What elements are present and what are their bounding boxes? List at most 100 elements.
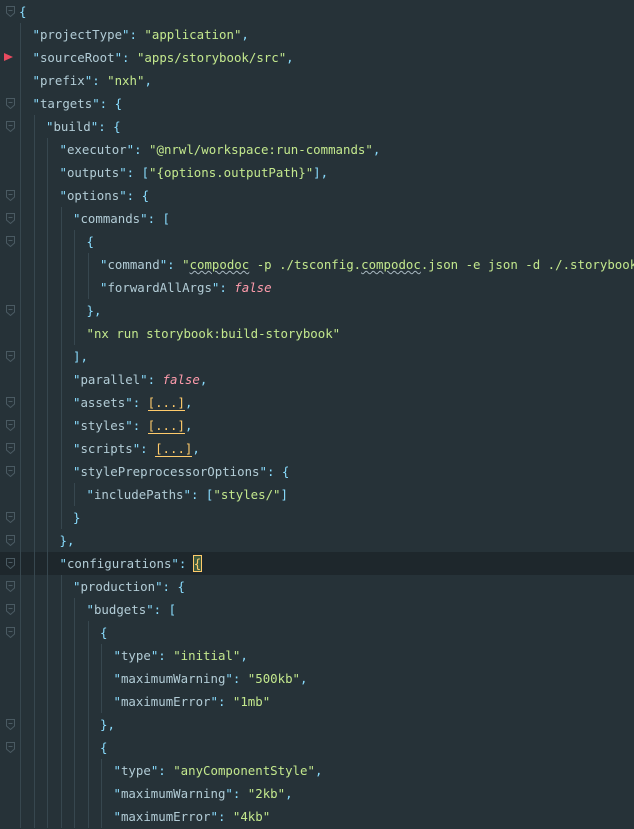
code-text[interactable]: "maximumError": "1mb": [114, 690, 271, 713]
code-text[interactable]: "budgets": [: [87, 598, 177, 621]
code-text[interactable]: {: [19, 0, 26, 23]
fold-toggle-icon[interactable]: [6, 420, 15, 431]
code-line[interactable]: "budgets": [: [0, 598, 634, 621]
code-line[interactable]: "command": "compodoc -p ./tsconfig.compo…: [0, 253, 634, 276]
code-line[interactable]: "assets": [...],: [0, 391, 634, 414]
code-text[interactable]: },: [60, 529, 75, 552]
fold-toggle-icon[interactable]: [6, 742, 15, 753]
code-text[interactable]: "styles": [...],: [73, 414, 192, 437]
code-line[interactable]: "configurations": {: [0, 552, 634, 575]
fold-toggle-icon[interactable]: [6, 581, 15, 592]
fold-toggle-icon[interactable]: [6, 512, 15, 523]
fold-toggle-icon[interactable]: [6, 6, 15, 17]
code-line[interactable]: },: [0, 713, 634, 736]
code-text[interactable]: "targets": {: [33, 92, 123, 115]
code-text[interactable]: "outputs": ["{options.outputPath}"],: [60, 161, 329, 184]
fold-toggle-icon[interactable]: [6, 535, 15, 546]
code-lines[interactable]: { "projectType": "application", "sourceRoo…: [0, 0, 634, 829]
fold-toggle-icon[interactable]: [6, 305, 15, 316]
code-text[interactable]: "forwardAllArgs": false: [100, 276, 272, 299]
code-text[interactable]: {: [87, 230, 94, 253]
code-line[interactable]: "includePaths": ["styles/"]: [0, 483, 634, 506]
code-line[interactable]: "prefix": "nxh",: [0, 69, 634, 92]
code-line[interactable]: ],: [0, 345, 634, 368]
code-line[interactable]: "nx run storybook:build-storybook": [0, 322, 634, 345]
code-line[interactable]: "styles": [...],: [0, 414, 634, 437]
code-line[interactable]: {: [0, 736, 634, 759]
code-text[interactable]: "type": "anyComponentStyle",: [114, 759, 323, 782]
code-text[interactable]: "assets": [...],: [73, 391, 192, 414]
code-text[interactable]: "options": {: [60, 184, 150, 207]
folded-placeholder[interactable]: [...]: [147, 395, 185, 411]
fold-toggle-icon[interactable]: [6, 627, 15, 638]
code-line[interactable]: "type": "anyComponentStyle",: [0, 759, 634, 782]
code-editor[interactable]: { "projectType": "application", "sourceRoo…: [0, 0, 634, 829]
code-line[interactable]: "commands": [: [0, 207, 634, 230]
code-line[interactable]: "production": {: [0, 575, 634, 598]
fold-toggle-icon[interactable]: [6, 213, 15, 224]
fold-toggle-icon[interactable]: [6, 190, 15, 201]
fold-toggle-icon[interactable]: [6, 443, 15, 454]
fold-toggle-icon[interactable]: [6, 351, 15, 362]
fold-toggle-icon[interactable]: [6, 98, 15, 109]
code-text[interactable]: "scripts": [...],: [73, 437, 200, 460]
code-line[interactable]: "maximumWarning": "2kb",: [0, 782, 634, 805]
folded-placeholder[interactable]: [...]: [147, 418, 185, 434]
code-text[interactable]: "build": {: [46, 115, 121, 138]
code-text[interactable]: "includePaths": ["styles/"]: [87, 483, 288, 506]
code-line[interactable]: },: [0, 529, 634, 552]
code-text[interactable]: "production": {: [73, 575, 185, 598]
code-line[interactable]: "sourceRoot": "apps/storybook/src",: [0, 46, 634, 69]
indent-guide: [60, 322, 62, 345]
code-text[interactable]: },: [87, 299, 102, 322]
code-text[interactable]: "projectType": "application",: [33, 23, 249, 46]
code-line[interactable]: {: [0, 0, 634, 23]
code-text[interactable]: "maximumWarning": "500kb",: [114, 667, 308, 690]
code-line[interactable]: "outputs": ["{options.outputPath}"],: [0, 161, 634, 184]
fold-toggle-icon[interactable]: [6, 719, 15, 730]
punctuation: : {: [126, 188, 150, 203]
code-text[interactable]: },: [100, 713, 115, 736]
code-text[interactable]: "executor": "@nrwl/workspace:run-command…: [60, 138, 381, 161]
code-line[interactable]: "projectType": "application",: [0, 23, 634, 46]
code-line[interactable]: "maximumWarning": "500kb",: [0, 667, 634, 690]
code-line[interactable]: "scripts": [...],: [0, 437, 634, 460]
code-line[interactable]: "forwardAllArgs": false: [0, 276, 634, 299]
code-line[interactable]: "maximumError": "1mb": [0, 690, 634, 713]
fold-toggle-icon[interactable]: [6, 121, 15, 132]
code-line[interactable]: },: [0, 299, 634, 322]
code-text[interactable]: "type": "initial",: [114, 644, 248, 667]
code-text[interactable]: }: [73, 506, 80, 529]
code-text[interactable]: ],: [73, 345, 88, 368]
code-line[interactable]: "executor": "@nrwl/workspace:run-command…: [0, 138, 634, 161]
code-text[interactable]: "commands": [: [73, 207, 170, 230]
code-line[interactable]: }: [0, 506, 634, 529]
code-line[interactable]: "options": {: [0, 184, 634, 207]
code-text[interactable]: "stylePreprocessorOptions": {: [73, 460, 289, 483]
code-text[interactable]: "prefix": "nxh",: [33, 69, 152, 92]
fold-toggle-icon[interactable]: [6, 466, 15, 477]
code-line[interactable]: {: [0, 230, 634, 253]
code-text[interactable]: "parallel": false,: [73, 368, 207, 391]
code-text[interactable]: "maximumWarning": "2kb",: [114, 782, 293, 805]
fold-toggle-icon[interactable]: [6, 604, 15, 615]
code-text[interactable]: "configurations": {: [60, 552, 203, 575]
code-text[interactable]: {: [100, 621, 107, 644]
folded-placeholder[interactable]: [...]: [155, 441, 193, 457]
code-text[interactable]: "sourceRoot": "apps/storybook/src",: [33, 46, 294, 69]
code-text[interactable]: {: [100, 736, 107, 759]
fold-toggle-icon[interactable]: [6, 236, 15, 247]
code-text[interactable]: "command": "compodoc -p ./tsconfig.compo…: [100, 253, 634, 276]
code-line[interactable]: "parallel": false,: [0, 368, 634, 391]
code-line[interactable]: {: [0, 621, 634, 644]
code-text[interactable]: "nx run storybook:build-storybook": [87, 322, 341, 345]
fold-toggle-icon[interactable]: [6, 397, 15, 408]
code-line[interactable]: "type": "initial",: [0, 644, 634, 667]
breakpoint-marker-icon[interactable]: [4, 53, 13, 61]
fold-toggle-icon[interactable]: [6, 558, 15, 569]
code-line[interactable]: "targets": {: [0, 92, 634, 115]
code-line[interactable]: "build": {: [0, 115, 634, 138]
code-text[interactable]: "maximumError": "4kb": [114, 805, 271, 828]
code-line[interactable]: "stylePreprocessorOptions": {: [0, 460, 634, 483]
code-line[interactable]: "maximumError": "4kb": [0, 805, 634, 828]
